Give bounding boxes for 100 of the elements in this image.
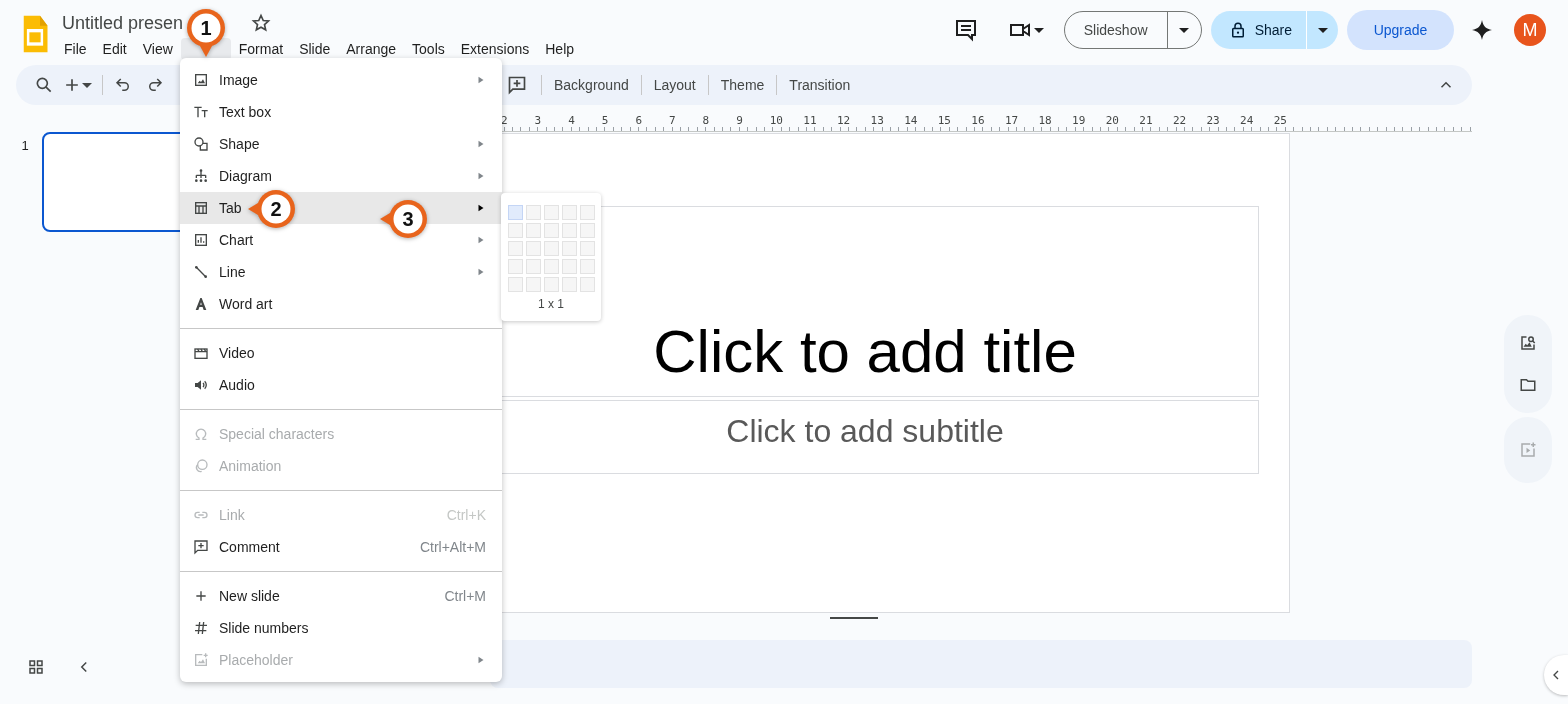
ruler-number: 18 [1038, 114, 1053, 129]
ruler-number: 16 [971, 114, 986, 129]
diagram-icon [193, 168, 209, 184]
ruler-number: 23 [1206, 114, 1221, 129]
grid-cell[interactable] [579, 223, 595, 238]
grid-cell[interactable] [543, 241, 559, 256]
grid-cell[interactable] [579, 205, 595, 220]
grid-cell[interactable] [561, 205, 577, 220]
menu-option[interactable]: Text box [180, 96, 502, 128]
menu-item[interactable]: Arrange [338, 39, 405, 59]
table-size-label: 1 x 1 [538, 297, 564, 311]
letter-a-icon [193, 296, 209, 312]
ruler-number: 14 [904, 114, 919, 129]
speaker-notes-field[interactable] [490, 640, 1472, 688]
grid-cell[interactable] [507, 241, 523, 256]
undo-icon [114, 76, 132, 94]
ruler-number: 10 [769, 114, 784, 129]
folder-icon [1519, 376, 1537, 394]
ruler-number: 21 [1139, 114, 1154, 129]
caret-icon [1033, 27, 1044, 33]
ruler-number: 13 [870, 114, 885, 129]
menu-item[interactable]: View [134, 39, 181, 59]
menu-item[interactable]: Extensions [452, 39, 538, 59]
ruler-number: 25 [1273, 114, 1288, 129]
ruler-number: 6 [635, 114, 643, 129]
grid-cell[interactable] [579, 277, 595, 292]
grid-cell[interactable] [543, 223, 559, 238]
menu-item[interactable]: Tools [404, 39, 453, 59]
ruler-number: 9 [736, 114, 744, 129]
grid-cell[interactable] [507, 277, 523, 292]
grid-cell[interactable] [543, 259, 559, 274]
grid-cell[interactable] [507, 223, 523, 238]
grid-cell[interactable] [579, 241, 595, 256]
grid-cell[interactable] [525, 205, 541, 220]
ruler-number: 2 [501, 114, 509, 129]
video-sparkle-icon [1519, 441, 1537, 459]
table-icon [193, 200, 209, 216]
upgrade-button[interactable]: Upgrade [1347, 10, 1454, 50]
menu-option[interactable]: New slide Ctrl+M [180, 580, 502, 612]
grid-cell[interactable] [561, 223, 577, 238]
grid-cell[interactable] [507, 205, 523, 220]
caret-icon [1317, 27, 1328, 33]
document-title[interactable]: Untitled presen [62, 12, 184, 34]
expand-panel-button[interactable] [1544, 655, 1568, 695]
grid-cell[interactable] [543, 205, 559, 220]
bar-chart-icon [193, 232, 209, 248]
comments-icon[interactable] [953, 18, 978, 42]
menu-option[interactable]: Shape [180, 128, 502, 160]
ruler-number: 8 [702, 114, 711, 129]
ruler-number: 22 [1172, 114, 1188, 129]
menu-option: Placeholder [180, 644, 502, 676]
menu-item[interactable]: Help [537, 39, 583, 59]
text-box-icon [193, 104, 209, 120]
shortcut-text: Ctrl+M [444, 588, 486, 604]
slide-number: 1 [20, 137, 30, 155]
menu-option[interactable]: Comment Ctrl+Alt+M [180, 531, 502, 563]
grid-icon [27, 658, 45, 676]
shortcut-text: Ctrl+K [446, 507, 486, 523]
ruler-number: 20 [1105, 114, 1120, 129]
grid-cell[interactable] [507, 259, 523, 274]
omega-icon [193, 426, 209, 442]
comment-add-icon [193, 539, 209, 555]
shortcut-text: Ctrl+Alt+M [419, 539, 486, 555]
redo-icon [146, 76, 164, 94]
grid-cell[interactable] [525, 241, 541, 256]
image-plus-icon [193, 652, 209, 668]
grid-cell[interactable] [525, 223, 541, 238]
grid-cell[interactable] [561, 241, 577, 256]
comment-add-icon [507, 75, 527, 95]
grid-cell[interactable] [561, 259, 577, 274]
ruler-number: 24 [1240, 114, 1255, 129]
hash-icon [193, 620, 209, 636]
grid-cell[interactable] [579, 259, 595, 274]
circles-icon [193, 458, 209, 474]
grid-cell[interactable] [525, 259, 541, 274]
menu-item[interactable]: File [56, 39, 95, 59]
star-icon[interactable] [251, 13, 272, 33]
caret-icon [82, 82, 92, 88]
menu-item[interactable]: Slide [291, 39, 339, 59]
ruler-number: 3 [534, 114, 543, 129]
ruler-number: 11 [803, 114, 818, 129]
grid-cell[interactable] [561, 277, 577, 292]
toolbar-button[interactable]: Layout [647, 71, 702, 99]
line-icon [193, 264, 209, 280]
menu-option[interactable]: Slide numbers [180, 612, 502, 644]
ruler-number: 15 [937, 114, 952, 129]
menu-item[interactable]: Edit [94, 39, 135, 59]
toolbar-button[interactable]: Transition [783, 71, 857, 99]
toolbar-button[interactable]: Theme [714, 71, 771, 99]
avatar[interactable]: M [1514, 14, 1546, 46]
ruler-number: 17 [1004, 114, 1020, 129]
toolbar-button[interactable]: Background [548, 71, 635, 99]
ruler-number: 4 [568, 114, 576, 129]
resize-handle[interactable] [830, 617, 878, 619]
grid-cell[interactable] [525, 277, 541, 292]
ruler-number: 7 [668, 114, 677, 129]
grid-cell[interactable] [543, 277, 559, 292]
ruler-number: 19 [1072, 114, 1087, 129]
menu-option[interactable]: Image [180, 64, 502, 96]
menu-item[interactable]: Format [230, 39, 292, 59]
